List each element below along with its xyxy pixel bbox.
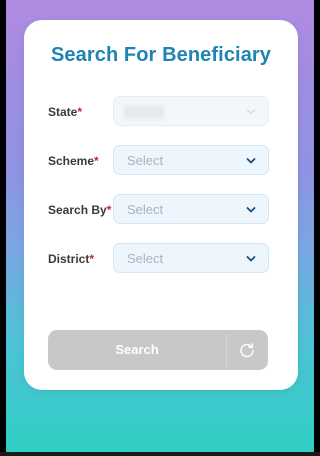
search-button[interactable]: Search bbox=[48, 330, 268, 370]
state-label: State* bbox=[48, 105, 83, 119]
required-mark: * bbox=[106, 203, 112, 217]
scheme-select[interactable]: Select bbox=[113, 145, 269, 175]
search-button-label: Search bbox=[115, 342, 159, 357]
state-selected-value bbox=[124, 105, 164, 119]
search-by-label: Search By* bbox=[48, 203, 112, 217]
scheme-select-value: Select bbox=[127, 153, 164, 168]
chevron-down-icon bbox=[246, 207, 256, 213]
refresh-icon[interactable] bbox=[238, 341, 256, 359]
search-by-select[interactable]: Select bbox=[113, 194, 269, 224]
district-select-value: Select bbox=[127, 251, 164, 266]
search-card: Search For Beneficiary State* Scheme* Se… bbox=[24, 20, 298, 390]
search-by-row: Search By* Select bbox=[48, 194, 278, 226]
app-screen: Search For Beneficiary State* Scheme* Se… bbox=[6, 0, 314, 452]
required-mark: * bbox=[77, 105, 83, 119]
required-mark: * bbox=[89, 252, 95, 266]
district-label: District* bbox=[48, 252, 95, 266]
state-select[interactable] bbox=[113, 96, 269, 126]
state-row: State* bbox=[48, 96, 278, 128]
button-divider bbox=[226, 334, 227, 366]
district-row: District* Select bbox=[48, 243, 278, 275]
scheme-label: Scheme* bbox=[48, 154, 99, 168]
scheme-row: Scheme* Select bbox=[48, 145, 278, 177]
bottom-edge bbox=[0, 452, 320, 456]
page-title: Search For Beneficiary bbox=[50, 44, 272, 66]
district-select[interactable]: Select bbox=[113, 243, 269, 273]
chevron-down-icon bbox=[246, 109, 256, 115]
required-mark: * bbox=[94, 154, 99, 168]
search-by-select-value: Select bbox=[127, 202, 164, 217]
chevron-down-icon bbox=[246, 256, 256, 262]
chevron-down-icon bbox=[246, 158, 256, 164]
